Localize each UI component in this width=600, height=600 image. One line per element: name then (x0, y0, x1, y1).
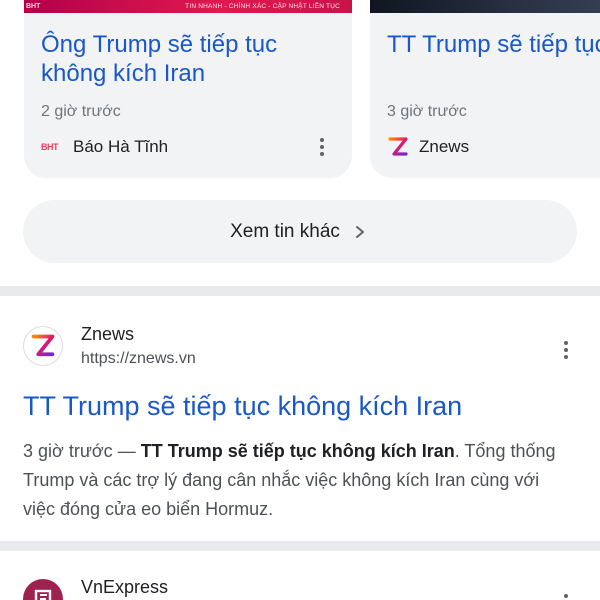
section-divider (0, 286, 600, 296)
result-url[interactable]: https://znews.vn (81, 350, 196, 368)
thumbnail-ticker-text: TIN NHANH - CHÍNH XÁC - CẬP NHẬT LIÊN TỤ… (185, 3, 340, 10)
search-result: VnExpress (0, 551, 600, 600)
more-news-label: Xem tin khác (230, 220, 340, 242)
news-card-title[interactable]: Ông Trump sẽ tiếp tục không kích Iran (41, 30, 341, 88)
news-card[interactable]: TT Trump sẽ tiếp tục không kích Iran 3 g… (370, 0, 600, 178)
bao-ha-tinh-logo-icon: BHT (41, 142, 59, 152)
znews-logo-icon (387, 136, 409, 158)
news-card-time: 2 giờ trước (41, 103, 121, 120)
result-snippet: 3 giờ trước — TT Trump sẽ tiếp tục không… (23, 441, 556, 519)
section-divider (0, 541, 600, 551)
news-card-thumbnail (370, 0, 600, 13)
search-result: Znews https://znews.vn TT Trump sẽ tiếp … (0, 296, 600, 540)
news-card-time: 3 giờ trước (387, 103, 467, 120)
more-options-icon[interactable] (554, 338, 578, 362)
news-card-source: Znews (387, 136, 469, 158)
thumbnail-tag: BHT (26, 3, 41, 10)
more-news-button[interactable]: Xem tin khác (23, 200, 577, 263)
vnexpress-favicon-icon (23, 579, 63, 600)
news-card[interactable]: BHT TIN NHANH - CHÍNH XÁC - CẬP NHẬT LIÊ… (24, 0, 352, 178)
more-options-icon[interactable] (554, 591, 578, 600)
news-card-thumbnail: BHT TIN NHANH - CHÍNH XÁC - CẬP NHẬT LIÊ… (24, 0, 352, 13)
znews-favicon-icon (23, 326, 63, 366)
result-site-name[interactable]: VnExpress (81, 577, 168, 598)
news-card-source-name: Znews (419, 137, 470, 156)
more-options-icon[interactable] (310, 135, 334, 159)
news-card-source-name: Báo Hà Tĩnh (73, 137, 169, 156)
result-snippet-highlight: TT Trump sẽ tiếp tục không kích Iran (140, 441, 455, 461)
news-card-title[interactable]: TT Trump sẽ tiếp tục không kích Iran (387, 30, 600, 59)
news-carousel: BHT TIN NHANH - CHÍNH XÁC - CẬP NHẬT LIÊ… (0, 0, 600, 180)
chevron-right-icon (354, 224, 370, 240)
result-time: 3 giờ trước (23, 441, 113, 461)
result-title-link[interactable]: TT Trump sẽ tiếp tục không kích Iran (23, 391, 462, 422)
news-card-source: BHT Báo Hà Tĩnh (41, 136, 168, 158)
result-site-name[interactable]: Znews (81, 324, 134, 345)
